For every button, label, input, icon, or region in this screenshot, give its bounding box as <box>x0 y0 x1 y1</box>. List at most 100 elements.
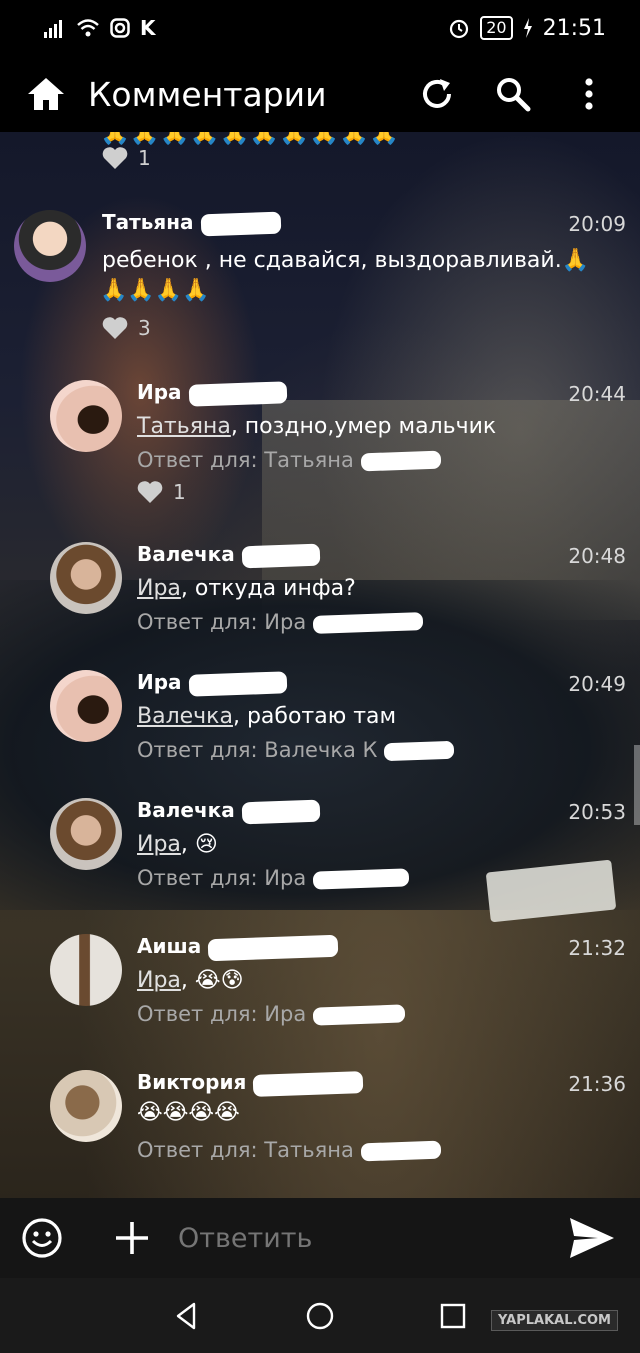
mention-link[interactable]: Валечка <box>137 704 233 729</box>
battery-indicator: 20 <box>480 16 513 40</box>
avatar[interactable] <box>50 542 122 614</box>
author-name[interactable]: Валечка <box>137 798 321 824</box>
wifi-icon <box>77 19 99 37</box>
comment-reply: Ира 20:49 Валечка, работаю там Ответ для… <box>0 666 640 766</box>
emoji-row-partial: 🙏🙏🙏🙏🙏🙏🙏🙏🙏🙏 <box>100 132 399 146</box>
comment-text: Валечка, работаю там <box>137 704 397 729</box>
instagram-icon <box>110 18 130 38</box>
comment-time: 21:36 <box>568 1072 626 1096</box>
author-name[interactable]: Ира <box>137 670 287 697</box>
mention-link[interactable]: Ира <box>137 968 181 993</box>
status-time: 21:51 <box>542 15 606 41</box>
mention-link[interactable]: Ира <box>137 832 181 857</box>
heart-icon <box>102 147 128 169</box>
avatar[interactable] <box>50 670 122 742</box>
back-icon[interactable] <box>172 1301 202 1331</box>
avatar[interactable] <box>50 1070 122 1142</box>
search-icon[interactable] <box>494 75 532 113</box>
comment-time: 20:49 <box>568 672 626 696</box>
emoji-icon[interactable] <box>20 1216 64 1260</box>
avatar[interactable] <box>50 798 122 870</box>
send-icon[interactable] <box>568 1216 616 1260</box>
like-count: 1 <box>173 480 186 504</box>
vk-icon: K <box>140 16 156 40</box>
comment-time: 20:53 <box>568 800 626 824</box>
home-nav-icon[interactable] <box>305 1301 335 1331</box>
redacted-surname <box>207 934 339 961</box>
redacted-surname <box>200 211 281 236</box>
comment-text: 😭😭😭😭 <box>137 1100 240 1125</box>
app-bar-actions <box>418 75 608 113</box>
comment-text: Татьяна, поздно,умер мальчик <box>137 414 497 439</box>
comment-time: 20:44 <box>568 382 626 406</box>
comment-reply: Ира 20:44 Татьяна, поздно,умер мальчик О… <box>0 376 640 506</box>
refresh-icon[interactable] <box>418 75 456 113</box>
reply-to[interactable]: Ответ для: Ира <box>137 610 424 634</box>
heart-icon <box>137 481 163 503</box>
author-name[interactable]: Аиша <box>137 934 339 961</box>
comment-reply: Аиша 21:32 Ира, 😭😰 Ответ для: Ира <box>0 930 640 1030</box>
reply-to[interactable]: Ответ для: Татьяна <box>137 1138 441 1162</box>
redacted-surname <box>252 1070 364 1097</box>
avatar[interactable] <box>50 934 122 1006</box>
mention-link[interactable]: Татьяна <box>137 414 231 439</box>
comment-text: ребенок , не сдавайся, выздоравливай.🙏 <box>102 248 590 273</box>
comment-reply: Валечка 20:53 Ира, 😢 Ответ для: Ира <box>0 794 640 894</box>
redacted-surname <box>360 450 441 472</box>
comment-text: Ира, 😭😰 <box>137 968 244 993</box>
app-bar: Комментарии <box>0 56 640 132</box>
reply-to[interactable]: Ответ для: Ира <box>137 866 410 890</box>
reply-to[interactable]: Ответ для: Ира <box>137 1002 406 1026</box>
home-icon[interactable] <box>26 74 66 114</box>
redacted-surname <box>383 740 455 762</box>
watermark: YAPLAKAL.COM <box>491 1310 618 1331</box>
redacted-surname <box>312 612 424 634</box>
redacted-surname <box>241 543 321 568</box>
comment-text: Ира, 😢 <box>137 832 218 857</box>
avatar[interactable] <box>50 380 122 452</box>
alarm-icon <box>450 19 469 39</box>
page-title: Комментарии <box>88 74 327 114</box>
status-bar-right: 20 21:51 <box>448 16 606 41</box>
charging-icon <box>523 18 532 38</box>
like-count: 3 <box>138 316 151 340</box>
reply-to[interactable]: Ответ для: Валечка К <box>137 738 455 762</box>
comment-text: Ира, откуда инфа? <box>137 576 356 601</box>
partial-comment: 🙏🙏🙏🙏🙏🙏🙏🙏🙏🙏 1 <box>0 132 640 182</box>
redacted-surname <box>312 1004 406 1026</box>
like-button[interactable]: 1 <box>102 146 151 170</box>
reply-to[interactable]: Ответ для: Татьяна <box>137 448 441 472</box>
signal-icon <box>44 20 62 38</box>
comment-time: 21:32 <box>568 936 626 960</box>
comment: Татьяна 20:09 ребенок , не сдавайся, выз… <box>0 206 640 346</box>
reply-input[interactable] <box>178 1222 568 1254</box>
recents-icon[interactable] <box>438 1301 468 1331</box>
author-name[interactable]: Ира <box>137 380 287 407</box>
redacted-surname <box>312 868 410 890</box>
comment-reply: Валечка 20:48 Ира, откуда инфа? Ответ дл… <box>0 538 640 638</box>
redacted-surname <box>241 799 321 824</box>
redacted-surname <box>188 670 287 697</box>
comment-time: 20:09 <box>568 212 626 236</box>
mention-link[interactable]: Ира <box>137 576 181 601</box>
like-count: 1 <box>138 146 151 170</box>
attach-plus-icon[interactable] <box>114 1220 150 1256</box>
more-vert-icon[interactable] <box>570 75 608 113</box>
comment-text-emoji: 🙏🙏🙏🙏 <box>100 278 210 303</box>
comment-time: 20:48 <box>568 544 626 568</box>
like-button[interactable]: 3 <box>102 316 151 340</box>
scrollbar[interactable] <box>634 745 640 825</box>
reply-bar <box>0 1198 640 1278</box>
comment-reply: Виктория 21:36 😭😭😭😭 Ответ для: Татьяна <box>0 1066 640 1166</box>
author-name[interactable]: Татьяна <box>102 210 281 236</box>
status-bar-left: K <box>44 16 156 40</box>
status-bar: K 20 21:51 <box>0 0 640 56</box>
like-button[interactable]: 1 <box>137 480 186 504</box>
author-name[interactable]: Виктория <box>137 1070 364 1097</box>
avatar[interactable] <box>14 210 86 282</box>
comments-list[interactable]: 🙏🙏🙏🙏🙏🙏🙏🙏🙏🙏 1 Татьяна 20:09 ребенок , не … <box>0 132 640 1198</box>
author-name[interactable]: Валечка <box>137 542 321 568</box>
redacted-surname <box>360 1140 441 1162</box>
redacted-surname <box>188 380 287 407</box>
heart-icon <box>102 317 128 339</box>
